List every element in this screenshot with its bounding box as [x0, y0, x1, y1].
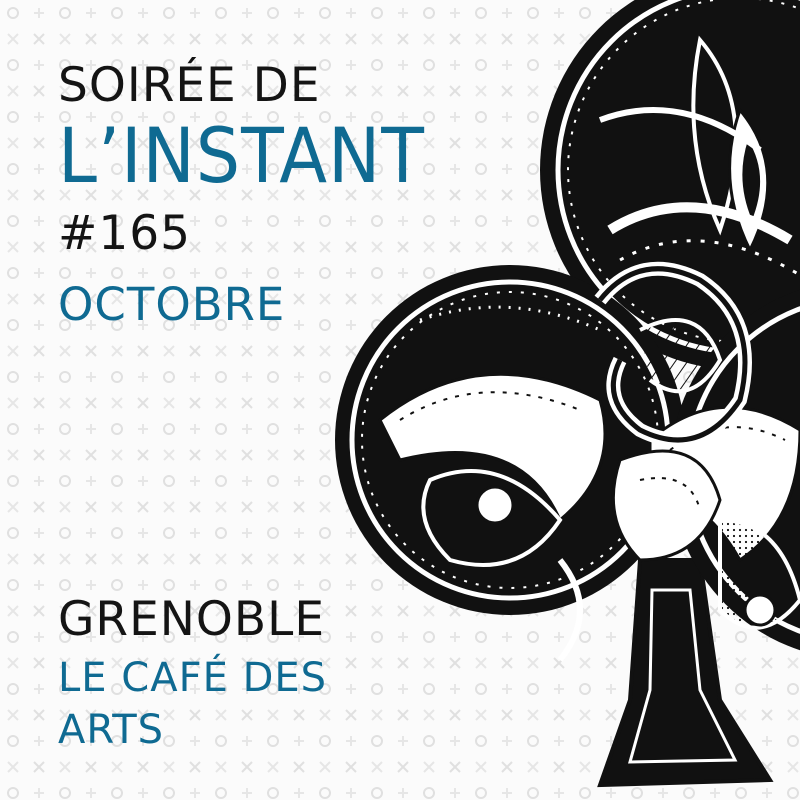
event-title-line1: SOIRÉE DE	[58, 58, 321, 113]
poster: SOIRÉE DE L’INSTANT #165 OCTOBRE GRENOBL…	[0, 0, 800, 800]
event-venue-line1: LE CAFÉ DES	[58, 655, 328, 701]
event-venue: LE CAFÉ DES ARTS	[58, 652, 327, 756]
event-number: #165	[58, 206, 192, 261]
event-city: GRENOBLE	[58, 592, 326, 647]
event-month: OCTOBRE	[58, 278, 286, 331]
event-venue-line2: ARTS	[58, 707, 165, 753]
event-title-line2: L’INSTANT	[58, 111, 425, 200]
